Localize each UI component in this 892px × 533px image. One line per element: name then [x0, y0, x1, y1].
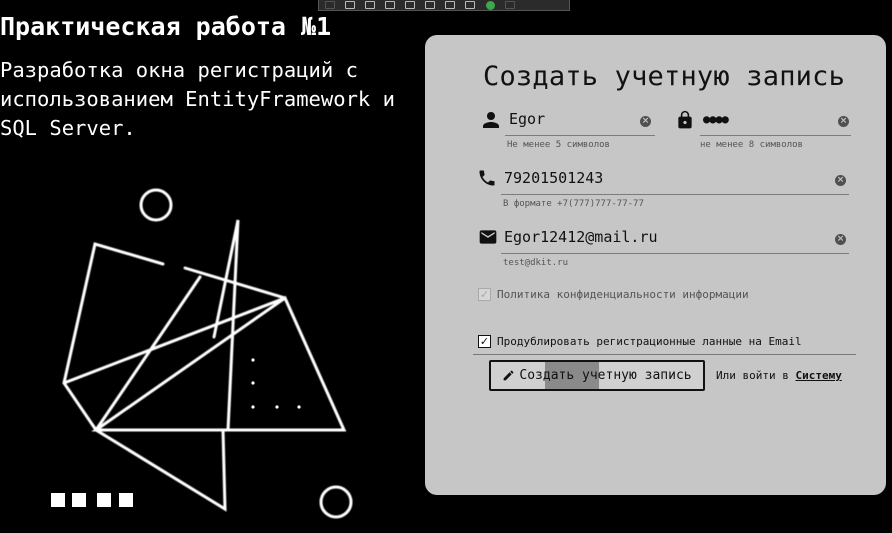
password-field[interactable]: ●●●● × — [675, 109, 851, 139]
track-focus-icon[interactable] — [423, 1, 437, 10]
username-hint: Не менее 5 символов — [507, 140, 610, 150]
phone-underline — [501, 194, 849, 195]
decor-triangle — [91, 295, 347, 432]
accessibility-icon[interactable] — [463, 1, 477, 10]
clear-password-icon[interactable]: × — [838, 116, 849, 127]
login-prompt: Или войти в Систему — [716, 369, 842, 382]
password-underline — [700, 135, 851, 136]
login-prefix: Или войти в — [716, 369, 789, 382]
grip-icon — [323, 1, 337, 10]
duplicate-email-label[interactable]: Продублировать регистрационные ланные на… — [497, 335, 802, 348]
collapse-icon[interactable] — [503, 1, 517, 10]
phone-icon — [479, 170, 495, 186]
binding-check-icon[interactable] — [483, 0, 497, 10]
clear-username-icon[interactable]: × — [640, 116, 651, 127]
registration-panel: Создать учетную запись Egor × Не менее 5… — [425, 35, 886, 495]
pointer-icon[interactable] — [383, 1, 397, 10]
username-input[interactable]: Egor — [509, 110, 545, 128]
pencil-icon — [504, 370, 514, 381]
decor-spike — [212, 219, 240, 432]
decor-squares — [51, 493, 133, 507]
email-hint: test@dkit.ru — [503, 258, 569, 268]
clear-email-icon[interactable]: × — [835, 234, 846, 245]
username-field[interactable]: Egor × — [481, 109, 656, 139]
phone-hint: В формате +7(777)777-77-77 — [503, 199, 644, 209]
privacy-label: Политика конфиденциальности информации — [497, 288, 749, 301]
person-icon — [483, 112, 499, 128]
decor-line-diag — [94, 275, 202, 432]
username-underline — [505, 135, 655, 136]
password-input[interactable]: ●●●● — [703, 112, 729, 126]
display-layout-icon[interactable] — [363, 1, 377, 10]
geometric-art — [51, 188, 353, 519]
form-title: Создать учетную запись — [483, 61, 846, 92]
decor-line-left — [62, 242, 227, 512]
create-account-label: Создать учетную запись — [519, 368, 692, 383]
decor-dots — [251, 358, 301, 409]
phone-input[interactable]: 79201501243 — [504, 169, 603, 187]
privacy-checkbox-row: ✓ Политика конфиденциальности информации — [478, 288, 749, 301]
login-link[interactable]: Систему — [795, 369, 841, 382]
form-divider — [473, 354, 856, 355]
clear-phone-icon[interactable]: × — [835, 175, 846, 186]
debug-toolbar — [318, 0, 570, 11]
select-element-icon[interactable] — [343, 1, 357, 10]
lock-icon — [678, 110, 692, 129]
duplicate-email-checkbox[interactable]: ✓ — [478, 335, 491, 348]
create-account-button[interactable]: Создать учетную запись — [489, 360, 705, 391]
privacy-checkbox: ✓ — [478, 288, 491, 301]
password-hint: не менее 8 символов — [700, 140, 803, 150]
decor-line-cross — [62, 296, 287, 385]
email-input[interactable]: Egor12412@mail.ru — [504, 228, 658, 246]
email-field[interactable]: Egor12412@mail.ru × — [477, 227, 849, 257]
mail-icon — [479, 230, 497, 244]
decor-circle-bottom — [319, 485, 353, 519]
email-underline — [501, 253, 849, 254]
hot-reload-icon[interactable] — [443, 1, 457, 10]
page-title: Практическая работа №1 — [0, 12, 332, 41]
page-subtitle: Разработка окна регистраций с использова… — [0, 58, 395, 140]
duplicate-email-checkbox-row[interactable]: ✓ Продублировать регистрационные ланные … — [478, 335, 802, 348]
phone-field[interactable]: 79201501243 × — [477, 168, 849, 198]
decor-circle-top — [139, 188, 173, 222]
layout-adorner-icon[interactable] — [403, 1, 417, 10]
